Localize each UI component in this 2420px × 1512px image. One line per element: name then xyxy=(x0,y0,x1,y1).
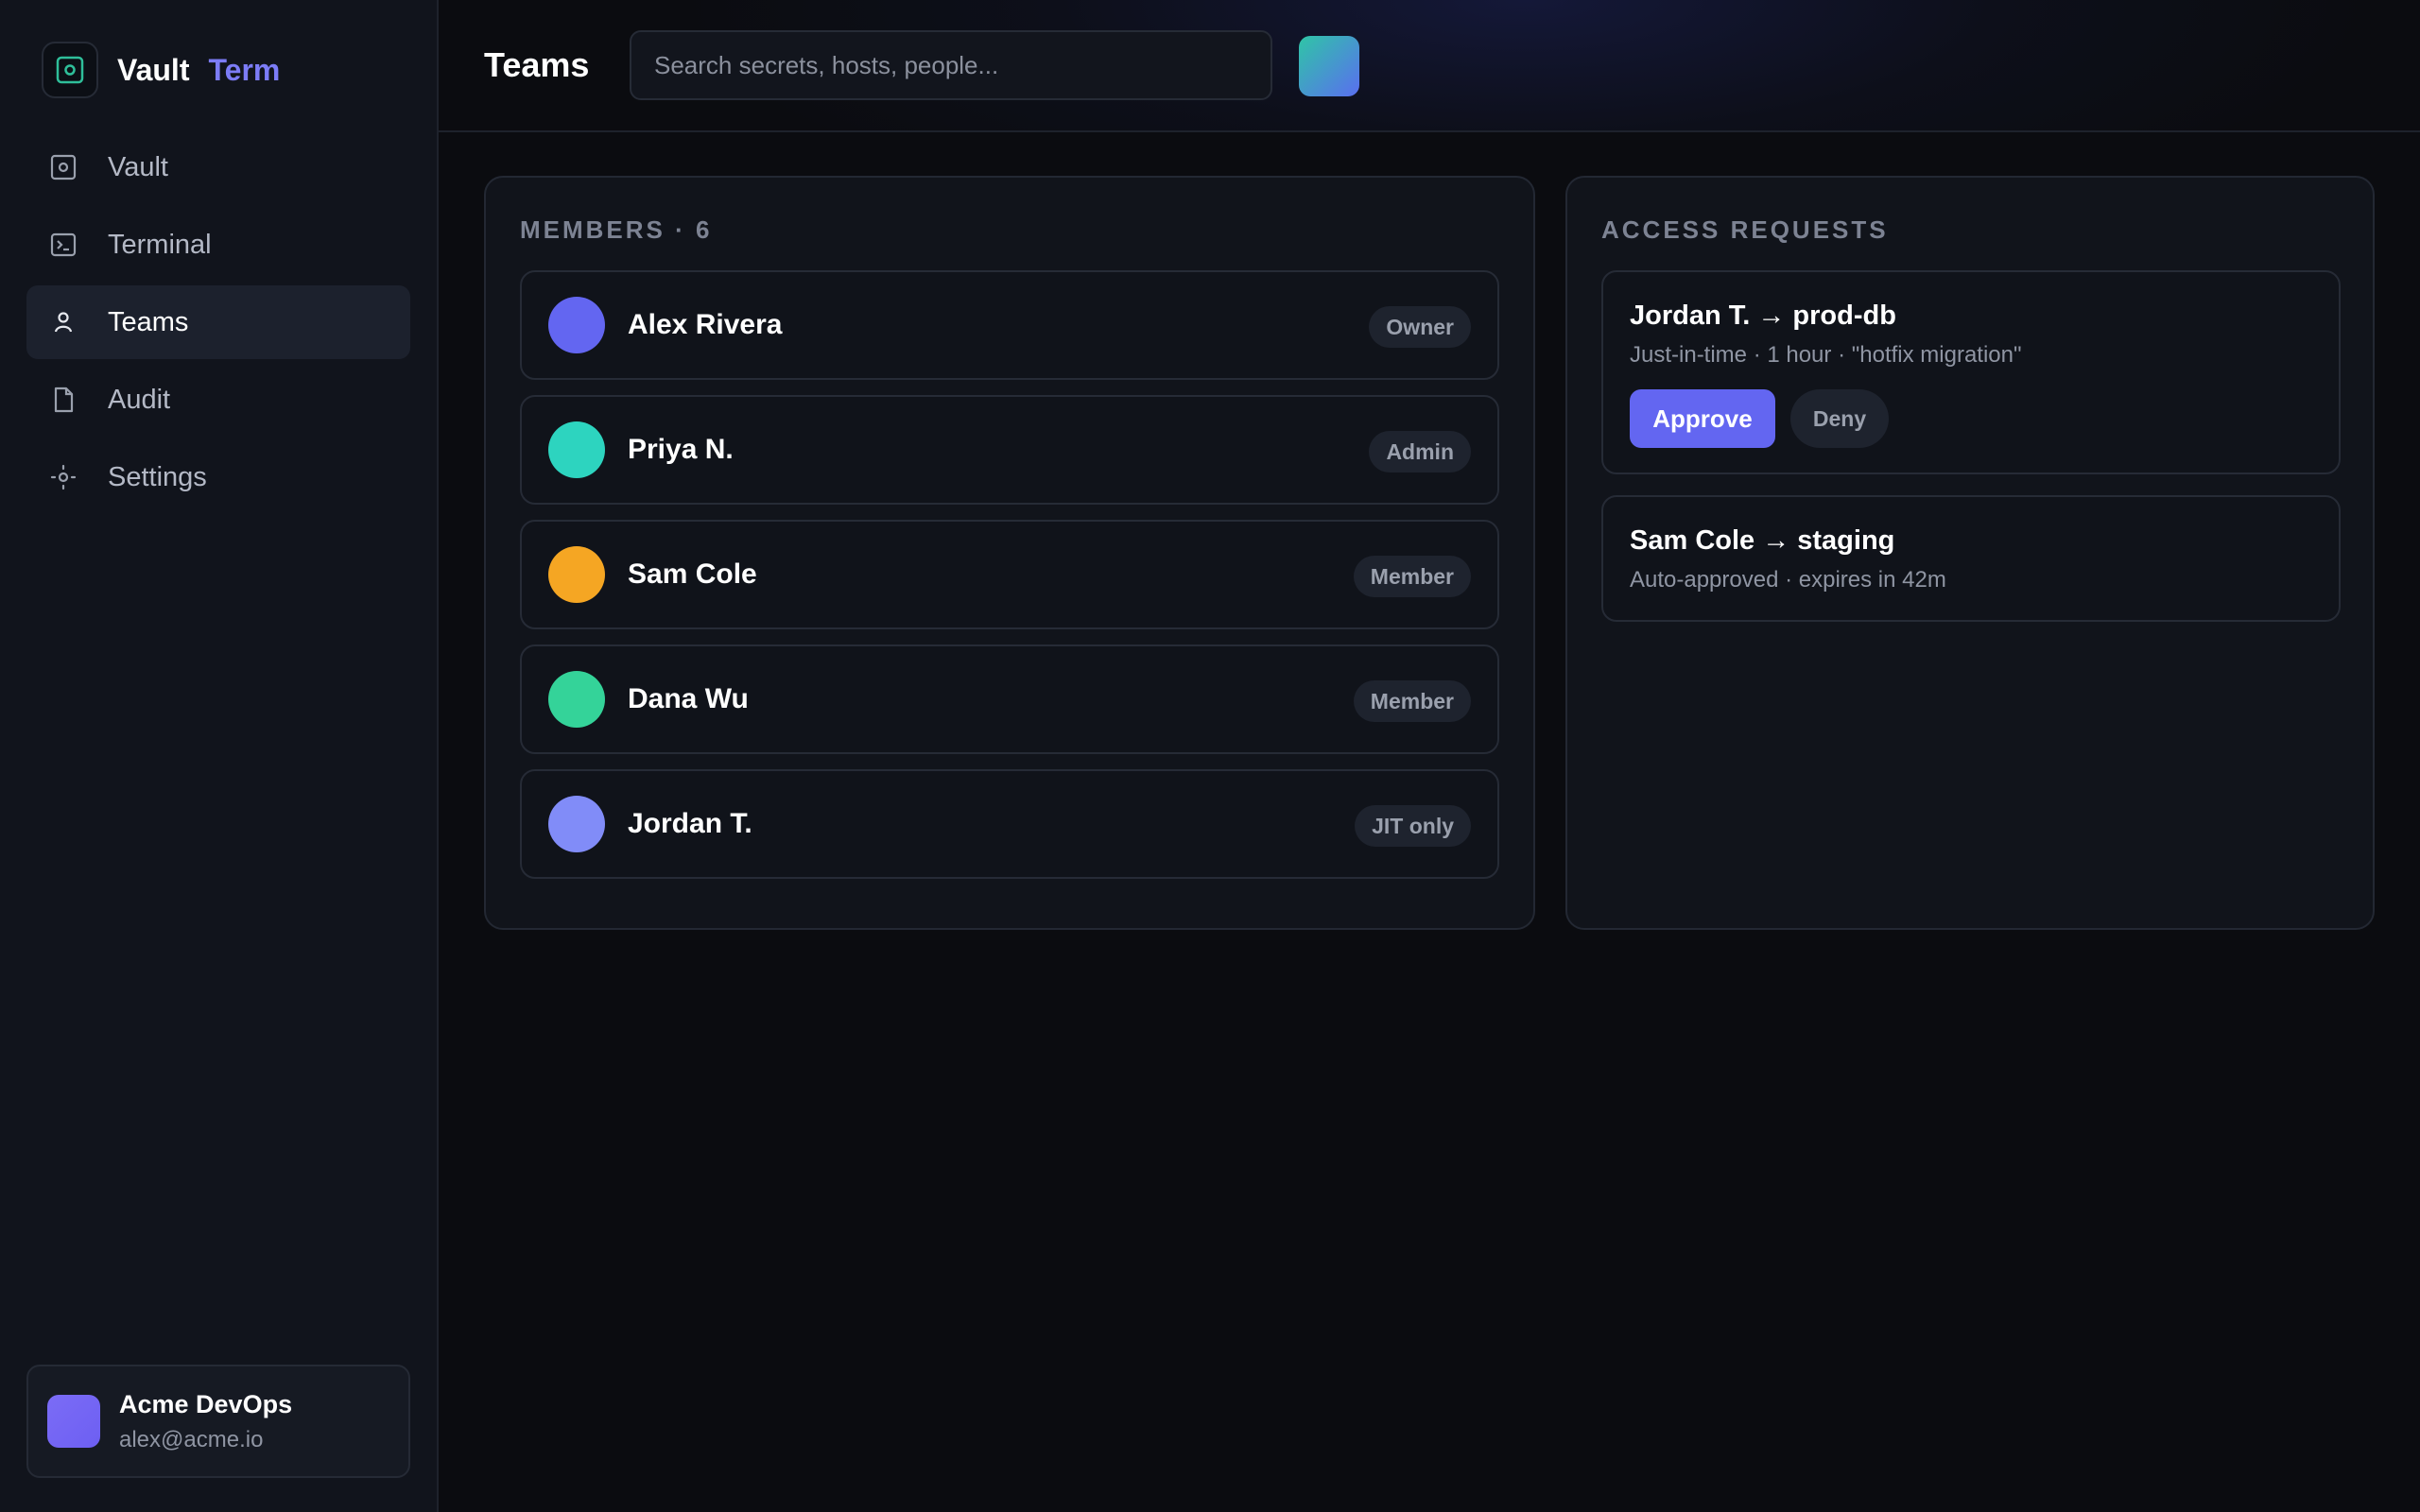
deny-button[interactable]: Deny xyxy=(1790,389,1889,448)
sidebar-nav: Vault Terminal Teams Audit Settings xyxy=(26,130,410,518)
sidebar-item-settings[interactable]: Settings xyxy=(26,440,410,514)
member-name: Dana Wu xyxy=(628,683,749,714)
member-row[interactable]: Priya N. Admin xyxy=(520,395,1499,505)
role-badge: Owner xyxy=(1369,306,1471,348)
role-badge: Member xyxy=(1353,556,1471,597)
sidebar-item-label: Settings xyxy=(108,461,207,492)
role-badge: JIT only xyxy=(1355,805,1471,847)
member-avatar xyxy=(548,421,605,478)
search-input[interactable] xyxy=(630,30,1272,100)
brand[interactable]: Vault Term xyxy=(42,42,280,98)
sidebar-item-label: Audit xyxy=(108,384,171,415)
vault-logo-icon xyxy=(42,42,98,98)
access-request-card: Jordan T. → prod-db Just-in-time · 1 hou… xyxy=(1601,270,2341,474)
member-avatar xyxy=(548,796,605,852)
requests-title: ACCESS REQUESTS xyxy=(1601,215,1889,244)
sidebar: Vault Term Vault Terminal Teams Audit Se… xyxy=(0,0,439,1512)
sidebar-item-audit[interactable]: Audit xyxy=(26,363,410,437)
members-panel: MEMBERS · 6 Alex Rivera Owner Priya N. A… xyxy=(484,176,1535,930)
member-row[interactable]: Sam Cole Member xyxy=(520,520,1499,629)
org-avatar xyxy=(47,1395,100,1448)
account-name: Acme DevOps xyxy=(119,1389,293,1418)
account-switcher[interactable]: Acme DevOps alex@acme.io xyxy=(26,1365,410,1478)
members-title: MEMBERS · 6 xyxy=(520,215,713,244)
request-title: Sam Cole → staging xyxy=(1630,525,1895,556)
request-detail: Auto-approved · expires in 42m xyxy=(1630,567,1946,593)
member-name: Alex Rivera xyxy=(628,309,783,340)
account-info: Acme DevOps alex@acme.io xyxy=(119,1390,292,1453)
role-badge: Admin xyxy=(1369,431,1471,472)
file-icon xyxy=(47,384,79,416)
request-detail: Just-in-time · 1 hour · "hotfix migratio… xyxy=(1630,342,2022,368)
user-avatar[interactable] xyxy=(1299,36,1359,96)
gear-icon xyxy=(47,461,79,493)
role-badge: Member xyxy=(1353,680,1471,722)
brand-suffix: Term xyxy=(208,52,281,87)
sidebar-item-label: Vault xyxy=(108,151,168,182)
member-name: Sam Cole xyxy=(628,558,757,590)
page-title: Teams xyxy=(484,45,590,84)
sidebar-item-teams[interactable]: Teams xyxy=(26,285,410,359)
member-row[interactable]: Alex Rivera Owner xyxy=(520,270,1499,380)
access-requests-panel: ACCESS REQUESTS Jordan T. → prod-db Just… xyxy=(1565,176,2375,930)
request-title: Jordan T. → prod-db xyxy=(1630,301,1896,331)
sidebar-item-label: Teams xyxy=(108,306,189,337)
user-icon xyxy=(47,306,79,338)
sidebar-item-vault[interactable]: Vault xyxy=(26,130,410,204)
vault-icon xyxy=(47,151,79,183)
terminal-icon xyxy=(47,229,79,261)
brand-name: Vault xyxy=(117,52,190,87)
member-avatar xyxy=(548,671,605,728)
approve-button[interactable]: Approve xyxy=(1630,389,1775,448)
member-name: Priya N. xyxy=(628,434,734,465)
member-avatar xyxy=(548,297,605,353)
sidebar-item-label: Terminal xyxy=(108,229,212,260)
member-name: Jordan T. xyxy=(628,808,752,839)
access-request-card: Sam Cole → staging Auto-approved · expir… xyxy=(1601,495,2341,622)
member-avatar xyxy=(548,546,605,603)
member-row[interactable]: Dana Wu Member xyxy=(520,644,1499,754)
sidebar-item-terminal[interactable]: Terminal xyxy=(26,208,410,282)
account-email: alex@acme.io xyxy=(119,1426,264,1452)
top-header: Teams xyxy=(439,0,2420,132)
member-row[interactable]: Jordan T. JIT only xyxy=(520,769,1499,879)
